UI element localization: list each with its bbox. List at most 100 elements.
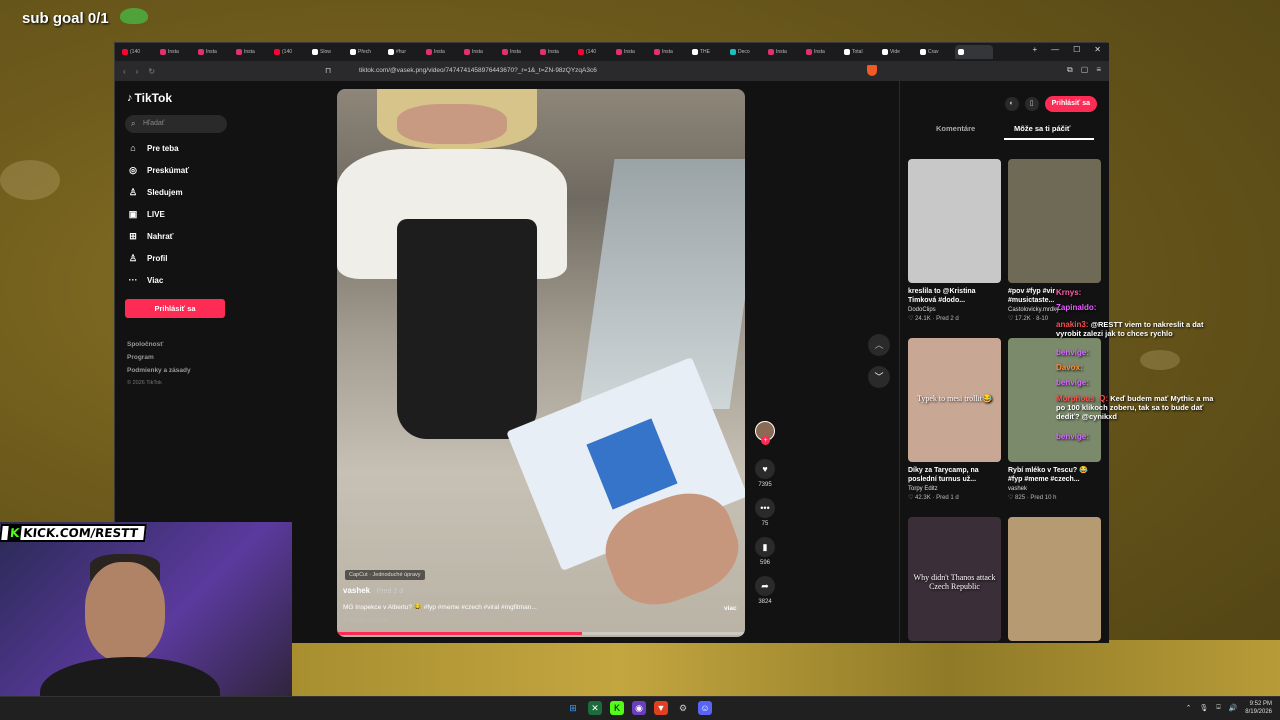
login-button[interactable]: Prihlásiť sa — [125, 299, 225, 318]
sidebar-item-viac[interactable]: ··· Viac — [127, 275, 164, 285]
video-card[interactable]: Typek to mesi trollit😂 Díky za Tarycamp, … — [908, 338, 1001, 501]
save-action[interactable]: ▮ 596 — [753, 537, 777, 566]
login-button-top[interactable]: Prihlásiť sa — [1044, 96, 1097, 112]
mic-icon[interactable]: 🎙 — [1199, 704, 1208, 712]
video-progress-bar[interactable] — [337, 632, 745, 635]
translate-link[interactable]: Zobraziť preklad — [343, 617, 390, 624]
tab-comments[interactable]: Komentáre — [936, 124, 975, 133]
card-author[interactable]: vashek — [1008, 486, 1101, 492]
browser-tab[interactable]: Insta — [613, 45, 651, 59]
kick-app-icon[interactable]: K — [610, 701, 624, 715]
share-action[interactable]: ➦ 3824 — [753, 576, 777, 605]
browser-tab[interactable]: Insta — [461, 45, 499, 59]
brave-shield-icon[interactable] — [867, 65, 877, 76]
brave-icon[interactable]: ▼ — [654, 701, 668, 715]
comment-action[interactable]: ••• 75 — [753, 498, 777, 527]
browser-tab[interactable]: Insta — [537, 45, 575, 59]
video-thumbnail[interactable]: Why didn't Thanos attack Czech Republic — [908, 517, 1001, 641]
wallet-icon[interactable]: ▢ — [1081, 65, 1089, 75]
sidebar-item-live[interactable]: ▣ LIVE — [127, 209, 165, 220]
clock[interactable]: 9:52 PM 8/19/2026 — [1245, 700, 1272, 716]
video-author[interactable]: vashek · Pred 2 d — [343, 586, 403, 595]
browser-tab[interactable]: THE — [689, 45, 727, 59]
video-card[interactable] — [1008, 517, 1101, 641]
chevron-down-icon[interactable]: ﹀ — [868, 366, 890, 388]
browser-tab[interactable]: Total — [841, 45, 879, 59]
footer-link[interactable]: Podmienky a zásady — [127, 367, 191, 374]
chat-message: Davox: — [1056, 363, 1083, 372]
tray-chevron-icon[interactable]: ⌃ — [1186, 704, 1192, 712]
footer-link[interactable]: Spoločnosť — [127, 341, 163, 348]
url-field[interactable]: tiktok.com/@vasek.png/video/747474145897… — [347, 64, 867, 78]
discord-icon[interactable]: ☺ — [698, 701, 712, 715]
card-author[interactable]: Torpy Editz — [908, 486, 1001, 492]
card-author[interactable]: DodoClips — [908, 307, 1001, 313]
bookmark-save-icon[interactable]: ▮ — [755, 537, 775, 557]
bookmark-icon[interactable]: ⊓ — [325, 66, 331, 75]
tab-you-may-like[interactable]: Môže sa ti páčiť — [1014, 124, 1071, 133]
browser-tab[interactable]: Vide — [879, 45, 917, 59]
minimize-icon[interactable]: — — [1051, 45, 1059, 54]
clock-time: 9:52 PM — [1249, 701, 1272, 707]
browser-tab[interactable]: Insta — [157, 45, 195, 59]
sidebar-item-preskúmať[interactable]: ◎ Preskúmať — [127, 165, 189, 176]
reload-icon[interactable]: ↻ — [148, 67, 155, 76]
browser-tab[interactable] — [955, 45, 993, 59]
more-link[interactable]: viac — [724, 605, 737, 612]
browser-tab[interactable]: Insta — [765, 45, 803, 59]
browser-tab[interactable]: Crav — [917, 45, 955, 59]
browser-tab[interactable]: (140 — [271, 45, 309, 59]
chevron-up-icon[interactable]: ︿ — [868, 334, 890, 356]
video-thumbnail[interactable] — [1008, 517, 1101, 641]
footer-link[interactable]: Program — [127, 354, 154, 361]
card-caption[interactable]: Rybí mléko v Tescu? 😂 #fyp #meme #czech.… — [1008, 466, 1101, 484]
card-caption[interactable]: Díky za Tarycamp, na poslední turnus už.… — [908, 466, 1001, 484]
share-icon[interactable]: ➦ — [755, 576, 775, 596]
browser-tab[interactable]: (140 — [575, 45, 613, 59]
back-icon[interactable]: ‹ — [123, 67, 126, 76]
video-card[interactable]: Why didn't Thanos attack Czech Republic — [908, 517, 1001, 641]
browser-tab[interactable]: #hur — [385, 45, 423, 59]
video-player[interactable]: CapCut · Jednoduché úpravy vashek · Pred… — [337, 89, 745, 637]
browser-tab[interactable]: Insta — [499, 45, 537, 59]
video-thumbnail[interactable]: Typek to mesi trollit😂 — [908, 338, 1001, 462]
browser-tab[interactable]: Insta — [651, 45, 689, 59]
settings-gear-icon[interactable]: ⚙ — [676, 701, 690, 715]
sidebar-item-pre-teba[interactable]: ⌂ Pre teba — [127, 143, 178, 153]
phone-icon[interactable]: ▯ — [1024, 97, 1039, 111]
coin-icon[interactable]: ◐ — [1004, 97, 1019, 111]
follow-plus-icon[interactable]: + — [761, 436, 770, 445]
close-window-icon[interactable]: ✕ — [1094, 45, 1101, 54]
browser-tab[interactable]: Přech — [347, 45, 385, 59]
card-caption[interactable]: kreslila to @Kristina Timková #dodo... — [908, 287, 1001, 305]
extensions-icon[interactable]: ⧉ — [1067, 65, 1073, 75]
sidebar-item-sledujem[interactable]: ♙ Sledujem — [127, 187, 183, 198]
search-input[interactable]: ⌕ Hľadať — [125, 115, 227, 133]
menu-icon[interactable]: ≡ — [1096, 65, 1101, 75]
excel-icon[interactable]: ✕ — [588, 701, 602, 715]
obs-icon[interactable]: ◉ — [632, 701, 646, 715]
volume-icon[interactable]: 🔊 — [1229, 704, 1238, 712]
browser-tab[interactable]: Insta — [803, 45, 841, 59]
sidebar-item-profil[interactable]: ♙ Profil — [127, 253, 168, 264]
browser-tab[interactable]: Slow — [309, 45, 347, 59]
sidebar-item-nahrať[interactable]: ⊞ Nahrať — [127, 231, 173, 242]
like-action[interactable]: ♥ 7395 — [753, 459, 777, 488]
tiktok-logo[interactable]: ♪ TikTok — [127, 91, 172, 105]
browser-tab[interactable]: (140 — [119, 45, 157, 59]
video-thumbnail[interactable] — [908, 159, 1001, 283]
author-name[interactable]: vashek — [343, 586, 370, 595]
heart-icon[interactable]: ♥ — [755, 459, 775, 479]
browser-tab[interactable]: Deco — [727, 45, 765, 59]
windows-start-icon[interactable]: ⊞ — [566, 701, 580, 715]
video-card[interactable]: kreslila to @Kristina Timková #dodo... Do… — [908, 159, 1001, 322]
browser-tab[interactable]: Insta — [195, 45, 233, 59]
network-icon[interactable]: ⌹ — [1216, 704, 1220, 712]
new-tab-icon[interactable]: + — [1032, 45, 1037, 54]
forward-icon[interactable]: › — [136, 67, 139, 76]
capcut-badge[interactable]: CapCut · Jednoduché úpravy — [345, 570, 425, 580]
browser-tab[interactable]: Insta — [423, 45, 461, 59]
comment-icon[interactable]: ••• — [755, 498, 775, 518]
browser-tab[interactable]: Insta — [233, 45, 271, 59]
maximize-icon[interactable]: ☐ — [1073, 45, 1080, 54]
